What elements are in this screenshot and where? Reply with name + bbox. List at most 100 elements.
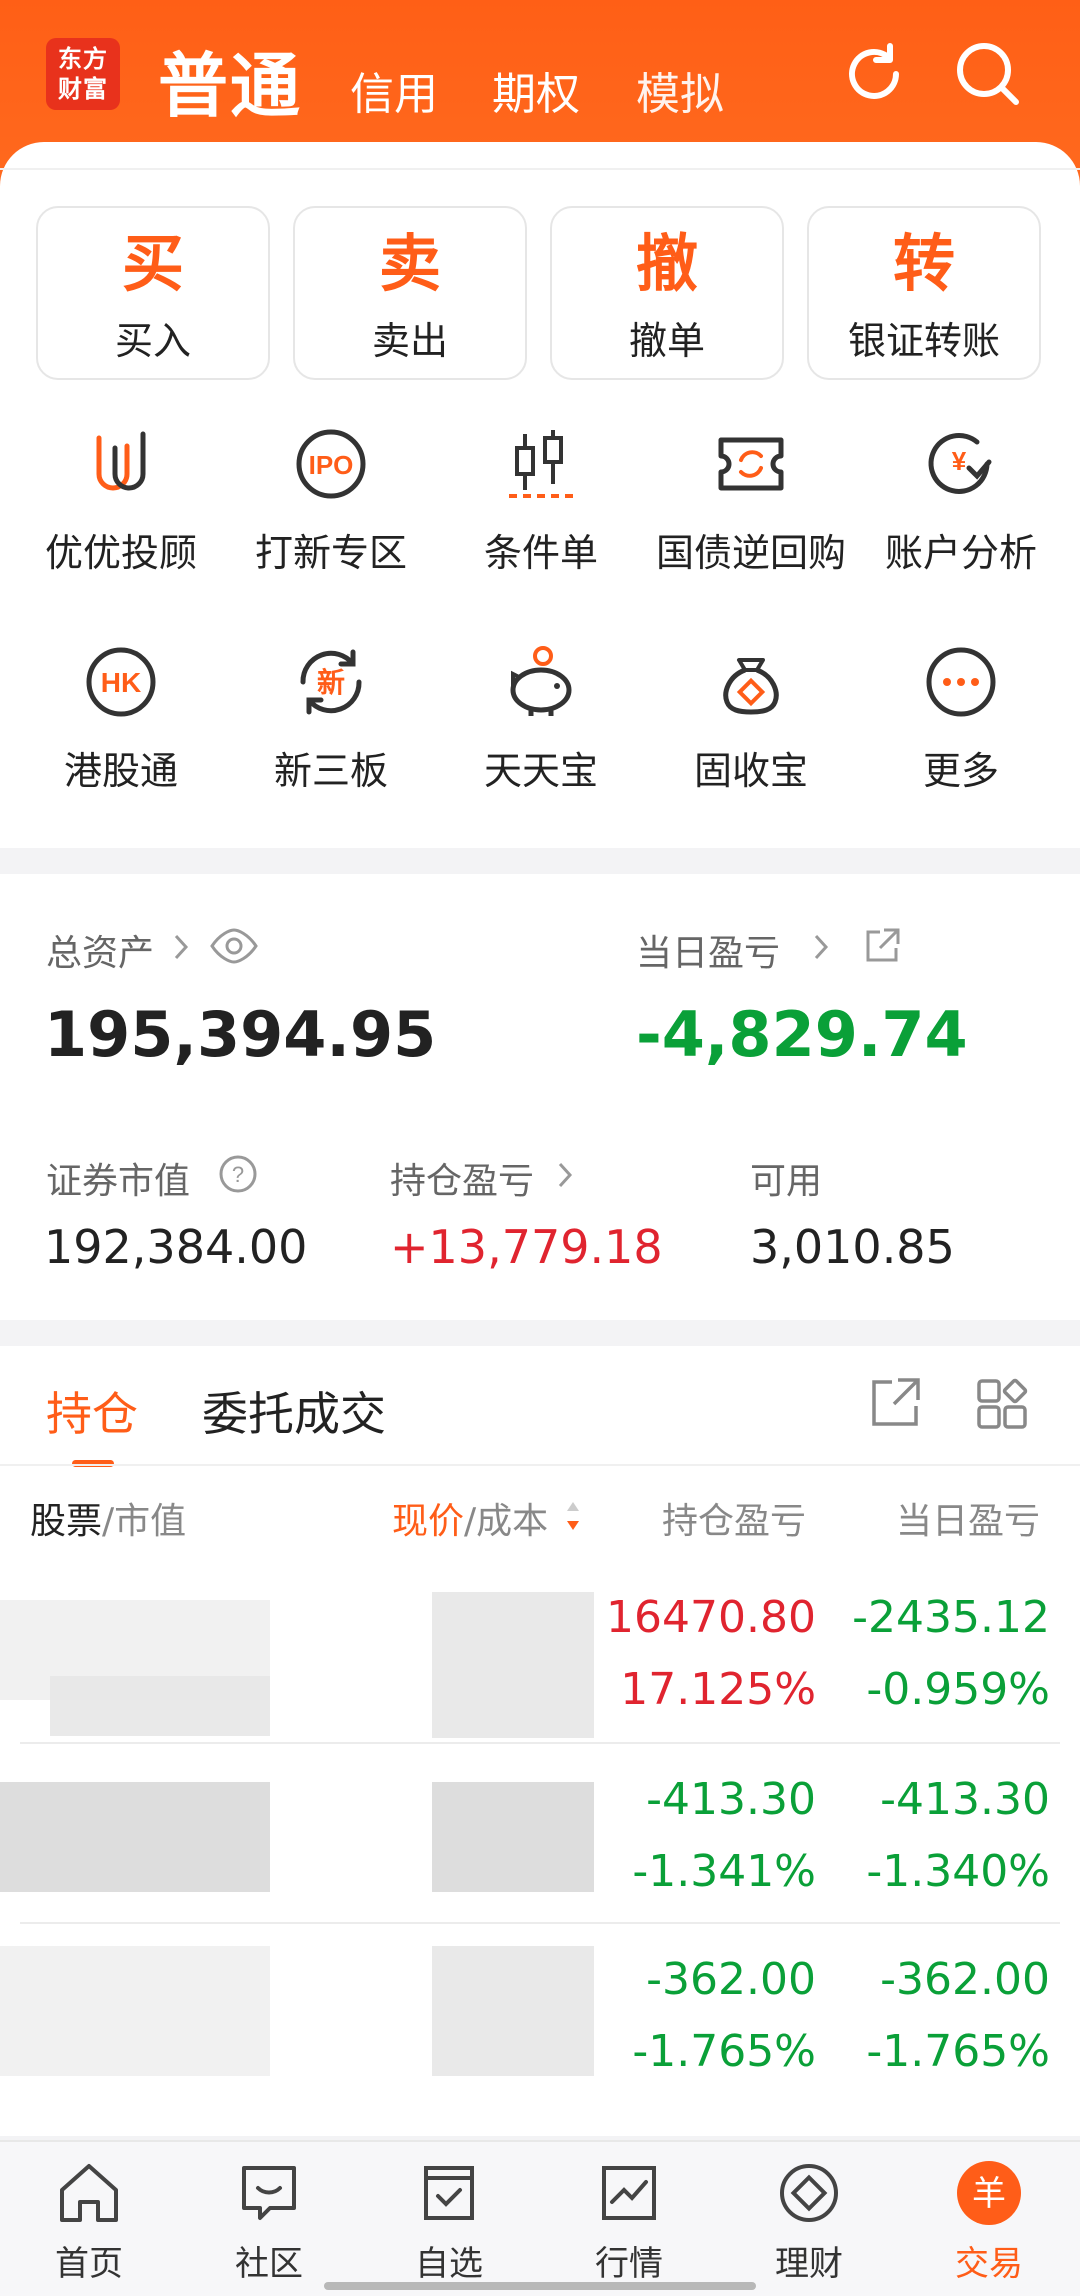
buy-label: 买入 — [114, 319, 191, 363]
daily-pl-label[interactable]: 当日盈亏 — [636, 924, 780, 976]
tab-positions[interactable]: 持仓 — [46, 1378, 138, 1444]
row-daily-pl: -413.30 — [880, 1774, 1050, 1825]
nav-market[interactable]: 行情 — [564, 2158, 694, 2285]
row-daily-pl: -362.00 — [880, 1954, 1050, 2005]
transfer-label: 银证转账 — [847, 319, 1000, 363]
help-icon[interactable]: ? — [218, 1154, 258, 1194]
tab-options[interactable]: 期权 — [492, 58, 580, 122]
buy-button[interactable]: 买 买入 — [36, 206, 270, 380]
nav-community[interactable]: 社区 — [204, 2158, 334, 2285]
grid-item-bond-repo[interactable]: 国债逆回购 — [646, 424, 856, 577]
svg-text:新: 新 — [317, 666, 345, 699]
col-header-daily-pl: 当日盈亏 — [896, 1501, 1041, 1542]
row-position-pl: -413.30 — [646, 1774, 816, 1825]
row-daily-pl-pct: -1.340% — [866, 1846, 1050, 1897]
row-daily-pl-pct: -1.765% — [866, 2026, 1050, 2077]
available-label: 可用 — [750, 1161, 823, 1202]
ipo-icon: IPO — [296, 429, 366, 499]
grid-item-conditional-order[interactable]: 条件单 — [436, 424, 646, 577]
market-value-label: 证券市值 — [46, 1161, 191, 1202]
grid-item-new-third-board[interactable]: 新 新三板 — [226, 642, 436, 795]
nav-trade[interactable]: 羊 交易 — [924, 2158, 1054, 2285]
tab-normal[interactable]: 普通 — [158, 30, 302, 131]
market-value: 192,384.00 — [44, 1220, 308, 1274]
piggy-bank-icon — [510, 646, 572, 716]
redacted-market-value — [50, 1676, 270, 1736]
nav-watchlist[interactable]: 自选 — [384, 2158, 514, 2285]
new-third-board-icon: 新 — [300, 649, 362, 715]
sell-label: 卖出 — [371, 319, 448, 363]
daily-pl-value: -4,829.74 — [636, 998, 968, 1071]
svg-text:¥: ¥ — [952, 446, 967, 476]
row-divider — [20, 1742, 1060, 1744]
cancel-label: 撤单 — [628, 319, 705, 363]
share-icon[interactable] — [862, 926, 902, 966]
cancel-glyph: 撤 — [635, 227, 698, 300]
row-daily-pl: -2435.12 — [852, 1592, 1050, 1643]
chevron-right-icon — [814, 934, 829, 960]
row-position-pl-pct: 17.125% — [620, 1664, 816, 1715]
chevron-right-icon — [174, 934, 189, 960]
col-header-price[interactable]: 现价/成本 — [392, 1492, 548, 1544]
col-header-position-pl: 持仓盈亏 — [662, 1501, 807, 1542]
hk-icon: HK — [86, 647, 156, 717]
nav-finance[interactable]: 理财 — [744, 2158, 874, 2285]
row-daily-pl-pct: -0.959% — [866, 1664, 1050, 1715]
bank-transfer-button[interactable]: 转 银证转账 — [807, 206, 1041, 380]
svg-text:?: ? — [232, 1162, 244, 1187]
sell-glyph: 卖 — [378, 227, 441, 300]
svg-text:HK: HK — [101, 667, 141, 698]
candlestick-icon — [509, 430, 573, 498]
grid-item-account-analysis[interactable]: ¥ 账户分析 — [856, 424, 1066, 577]
divider — [0, 1464, 1080, 1466]
row-divider — [20, 1922, 1060, 1924]
home-indicator — [324, 2282, 756, 2290]
buy-glyph: 买 — [121, 227, 184, 300]
finance-icon — [780, 2164, 838, 2222]
search-icon[interactable] — [952, 38, 1024, 110]
market-chart-icon — [602, 2166, 656, 2220]
sort-icon[interactable] — [564, 1498, 582, 1534]
row-position-pl-pct: -1.765% — [632, 2026, 816, 2077]
svg-text:羊: 羊 — [972, 2174, 1006, 2214]
tab-simulated[interactable]: 模拟 — [636, 58, 724, 122]
total-assets-label[interactable]: 总资产 — [46, 924, 154, 976]
home-icon — [60, 2164, 118, 2222]
eye-icon[interactable] — [210, 928, 258, 964]
grid-item-gushoubao[interactable]: 固收宝 — [646, 642, 856, 795]
nav-home[interactable]: 首页 — [24, 2158, 154, 2285]
row-position-pl-pct: -1.341% — [632, 1846, 816, 1897]
position-pl-value: +13,779.18 — [390, 1220, 663, 1274]
row-position-pl: -362.00 — [646, 1954, 816, 2005]
asset-summary: 总资产 195,394.95 当日盈亏 -4,829.74 证券市值 ? 192… — [0, 874, 1080, 1320]
grid-item-hk-connect[interactable]: HK 港股通 — [16, 642, 226, 795]
tab-credit[interactable]: 信用 — [350, 58, 438, 122]
grid-item-advisor[interactable]: 优优投顾 — [16, 424, 226, 577]
cancel-order-button[interactable]: 撤 撤单 — [550, 206, 784, 380]
trade-icon: 羊 — [957, 2161, 1021, 2225]
export-icon[interactable] — [868, 1376, 922, 1430]
app-logo: 东方 财富 — [46, 38, 120, 110]
sell-button[interactable]: 卖 卖出 — [293, 206, 527, 380]
transfer-glyph: 转 — [892, 227, 955, 300]
redacted-stock-name — [0, 1782, 270, 1892]
grid-view-icon[interactable] — [976, 1378, 1028, 1430]
refresh-icon[interactable] — [838, 38, 910, 110]
tab-orders[interactable]: 委托成交 — [202, 1378, 386, 1444]
position-pl-label[interactable]: 持仓盈亏 — [390, 1152, 534, 1204]
total-assets-value: 195,394.95 — [44, 998, 437, 1071]
money-bag-icon — [723, 658, 779, 715]
row-position-pl: 16470.80 — [606, 1592, 816, 1643]
grid-item-more[interactable]: 更多 — [856, 642, 1066, 795]
grid-item-tiantianbao[interactable]: 天天宝 — [436, 642, 646, 795]
community-icon — [242, 2166, 296, 2220]
svg-text:IPO: IPO — [309, 450, 354, 480]
redacted-stock-name — [0, 1946, 270, 2076]
uu-advisor-icon — [96, 431, 146, 491]
more-icon — [926, 647, 996, 717]
holdings-panel: 持仓 委托成交 股票/市值 现价/成本 持仓盈亏 当日盈亏 16470.80 1… — [0, 1346, 1080, 2136]
bottom-navigation: 首页 社区 自选 行情 理财 羊 交易 — [0, 2140, 1080, 2296]
grid-item-ipo[interactable]: IPO 打新专区 — [226, 424, 436, 577]
available-value: 3,010.85 — [750, 1220, 955, 1274]
watchlist-icon — [424, 2166, 474, 2220]
